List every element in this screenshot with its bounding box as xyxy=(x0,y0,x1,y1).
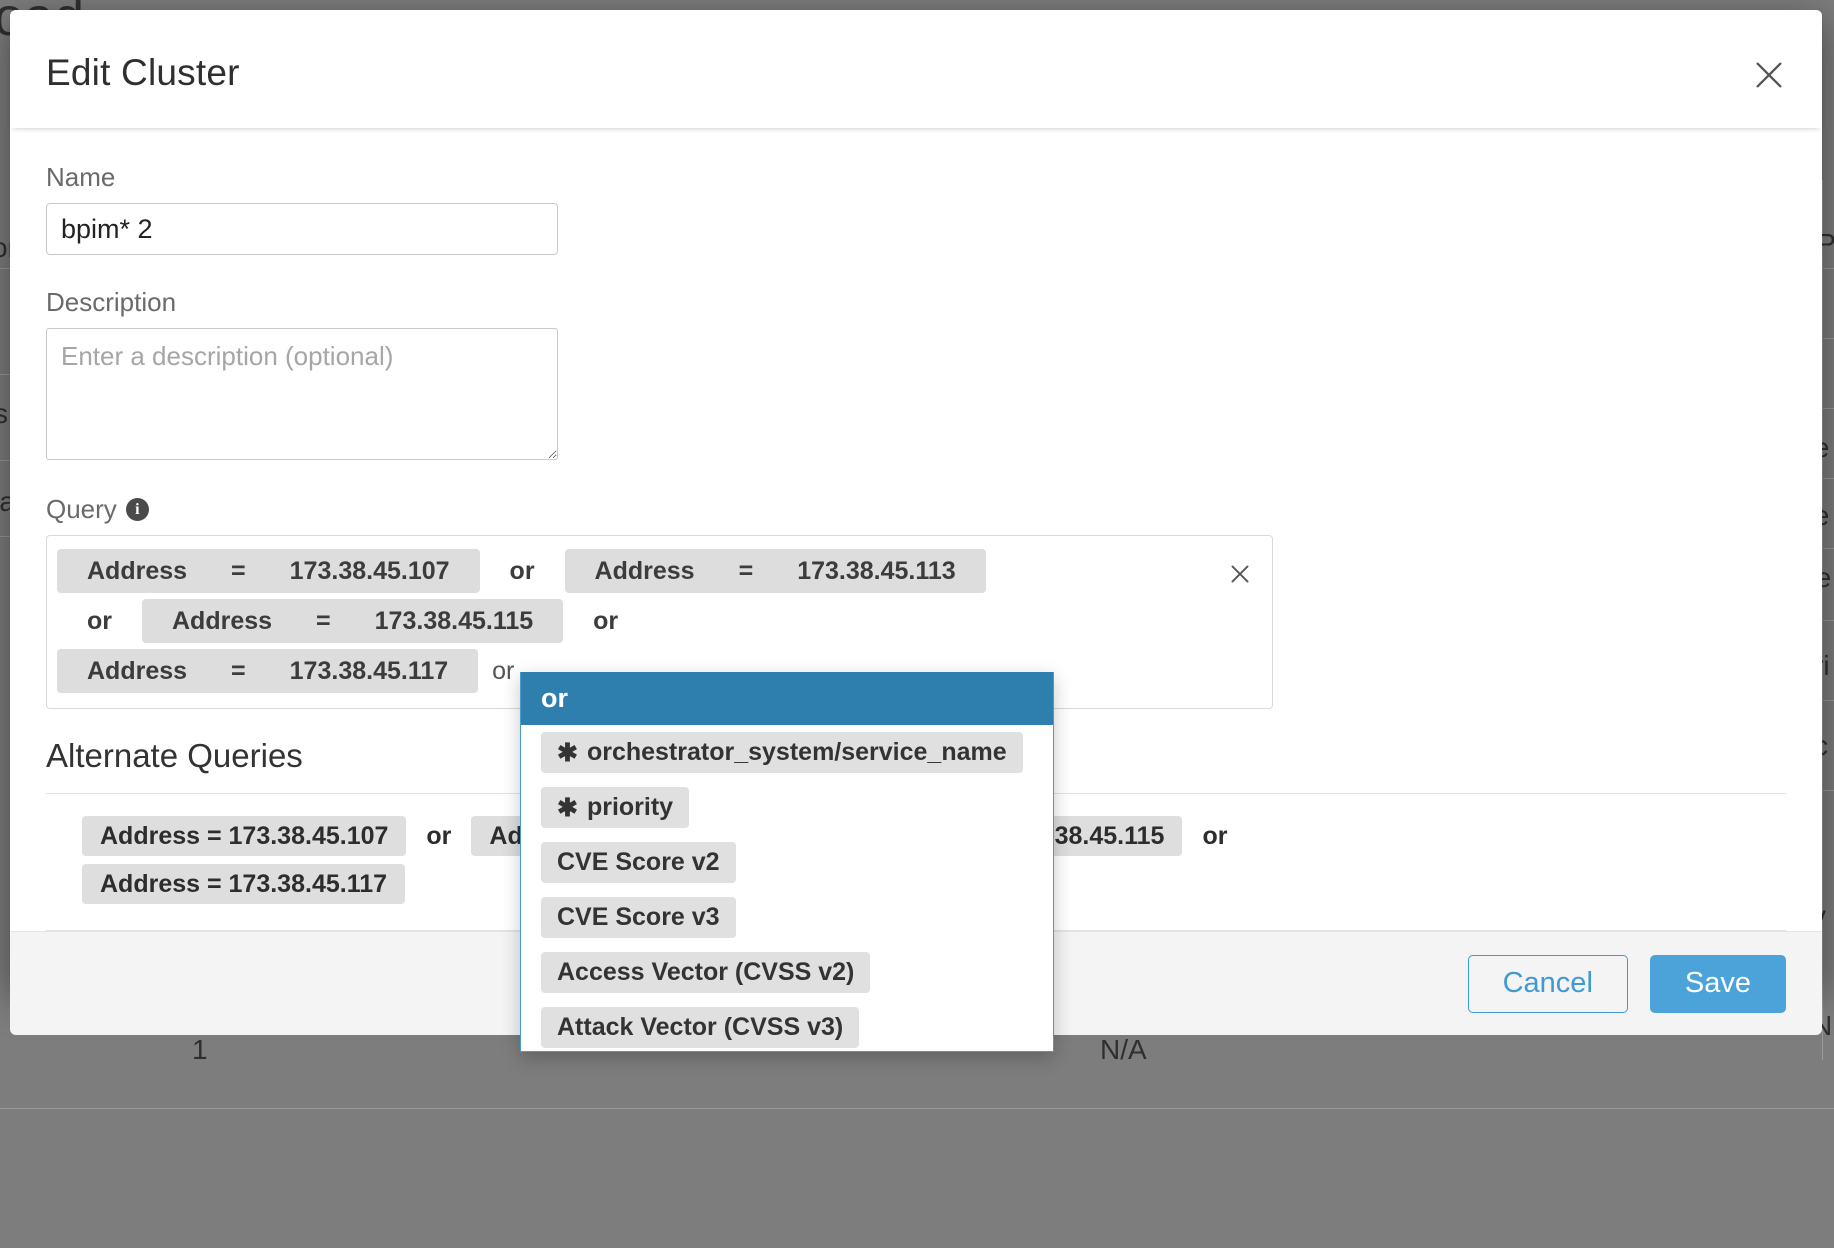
query-row: or Address = 173.38.45.115 or xyxy=(47,596,1272,646)
query-chip[interactable]: Address = 173.38.45.107 xyxy=(57,549,480,593)
dropdown-selected-operator[interactable]: or xyxy=(521,672,1053,725)
query-chip-value: 173.38.45.115 xyxy=(374,606,534,635)
query-chip-value: 173.38.45.113 xyxy=(797,556,956,585)
dropdown-item-label: orchestrator_system/service_name xyxy=(586,738,1007,766)
dropdown-item-label: CVE Score v2 xyxy=(557,848,720,876)
description-label: Description xyxy=(46,287,177,317)
dropdown-item-label: Attack Vector (CVSS v3) xyxy=(557,1013,844,1041)
query-chip-operator: = xyxy=(231,656,246,685)
dialog-header: Edit Cluster xyxy=(10,10,1822,128)
wildcard-icon: ✱ xyxy=(557,793,578,822)
wildcard-icon: ✱ xyxy=(557,738,578,767)
dropdown-item-label: priority xyxy=(586,793,674,821)
name-label: Name xyxy=(46,162,116,192)
query-chip-value: 173.38.45.107 xyxy=(289,556,450,585)
query-chip[interactable]: Address = 173.38.45.115 xyxy=(142,599,564,643)
query-chip-operator: = xyxy=(738,556,754,585)
dropdown-item-pill: Attack Vector (CVSS v3) xyxy=(541,1007,860,1048)
dropdown-item-0[interactable]: ✱ orchestrator_system/service_name xyxy=(521,725,1053,780)
dropdown-item-pill: Access Vector (CVSS v2) xyxy=(541,952,871,993)
alternate-query-chip[interactable]: Address = 173.38.45.117 xyxy=(82,864,406,904)
alternate-query-chip[interactable]: Address = 173.38.45.107 xyxy=(82,816,407,856)
dropdown-item-3[interactable]: CVE Score v3 xyxy=(521,890,1053,945)
query-chip-key: Address xyxy=(87,556,188,585)
page-title: Edit Cluster xyxy=(46,52,240,93)
query-chip-key: Address xyxy=(594,556,695,585)
dropdown-item-label: Access Vector (CVSS v2) xyxy=(557,958,855,986)
description-input[interactable] xyxy=(46,328,558,460)
dropdown-item-2[interactable]: CVE Score v2 xyxy=(521,835,1053,890)
dropdown-item-pill: ✱ orchestrator_system/service_name xyxy=(541,732,1023,773)
query-chip-value: 173.38.45.117 xyxy=(289,656,449,685)
name-input[interactable] xyxy=(46,203,558,255)
dropdown-item-pill: CVE Score v2 xyxy=(541,842,736,883)
query-chip-operator: = xyxy=(316,606,331,635)
close-icon[interactable] xyxy=(1742,48,1796,102)
alternate-query-operator: or xyxy=(426,821,452,850)
info-icon[interactable]: i xyxy=(125,498,149,521)
dropdown-item-4[interactable]: Access Vector (CVSS v2) xyxy=(521,945,1053,1000)
dropdown-item-pill: ✱ priority xyxy=(541,787,690,828)
query-chip-key: Address xyxy=(87,656,188,685)
bg-text-fragment: N/A xyxy=(1100,1034,1147,1065)
query-operator-or[interactable]: or xyxy=(57,607,142,636)
dropdown-item-1[interactable]: ✱ priority xyxy=(521,780,1053,835)
dropdown-item-label: CVE Score v3 xyxy=(557,903,720,931)
query-label: Query xyxy=(46,494,117,524)
query-chip-key: Address xyxy=(172,606,273,635)
cancel-button[interactable]: Cancel xyxy=(1467,954,1628,1013)
query-label-row: Query i xyxy=(46,494,1786,525)
query-chip[interactable]: Address = 173.38.45.117 xyxy=(57,649,479,693)
query-chip[interactable]: Address = 173.38.45.113 xyxy=(564,549,986,593)
bg-text-fragment: s xyxy=(0,398,8,429)
alternate-query-operator: or xyxy=(1202,821,1228,850)
bg-table-line xyxy=(0,1108,1834,1109)
query-operator-or[interactable]: or xyxy=(563,607,648,636)
dropdown-item-pill: CVE Score v3 xyxy=(541,897,736,938)
query-autocomplete-dropdown[interactable]: or ✱ orchestrator_system/service_name ✱ pri… xyxy=(520,672,1054,1052)
save-button[interactable]: Save xyxy=(1649,954,1786,1013)
query-operator-or[interactable]: or xyxy=(480,557,565,586)
query-row: Address = 173.38.45.107 or Address = 173.38.45… xyxy=(47,546,1272,596)
dropdown-item-5[interactable]: Attack Vector (CVSS v3) xyxy=(521,1000,1053,1051)
bg-text-fragment: 1 xyxy=(192,1034,208,1065)
query-chip-operator: = xyxy=(231,556,246,585)
clear-query-icon[interactable] xyxy=(1222,556,1258,592)
